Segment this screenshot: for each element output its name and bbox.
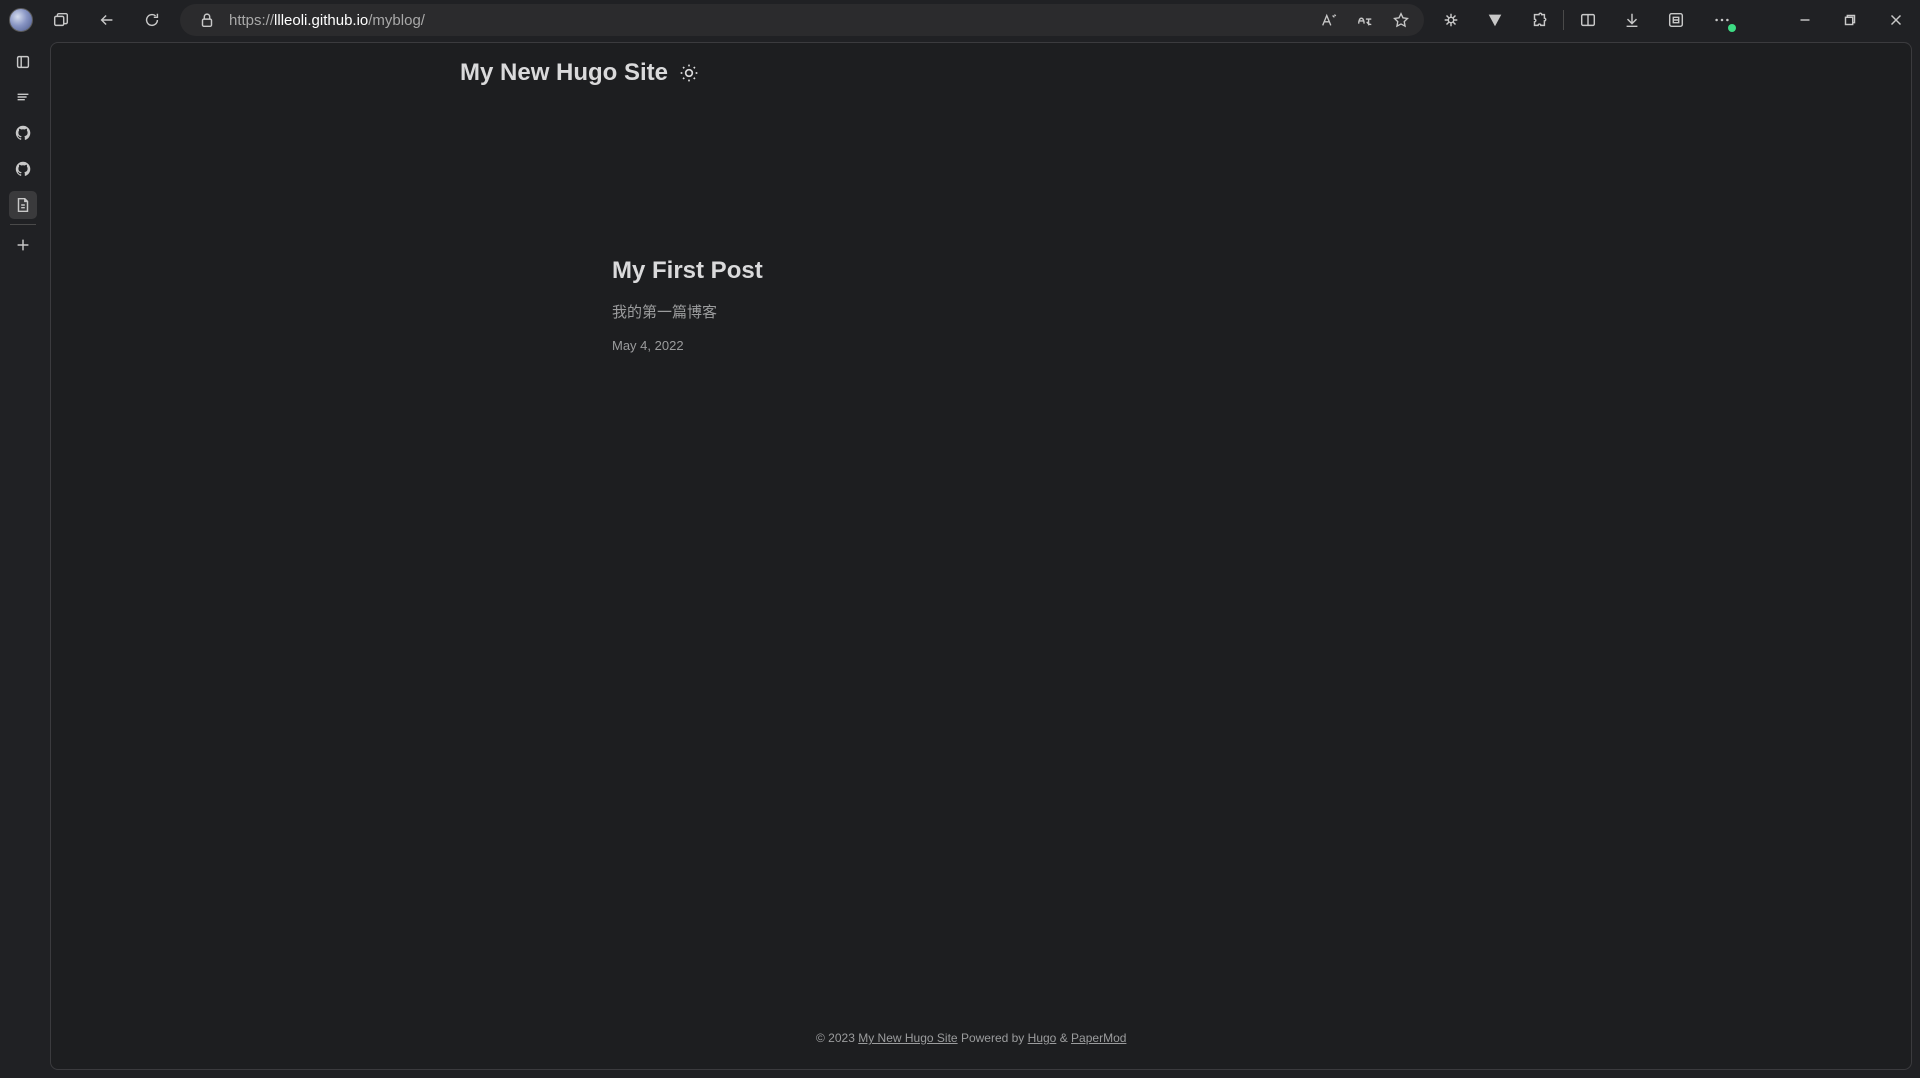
workspaces-icon[interactable]	[47, 6, 75, 34]
translate-icon[interactable]	[1356, 11, 1374, 29]
page-viewport: My New Hugo Site My First Post 我的第一篇博客 M…	[50, 42, 1912, 1070]
document-icon[interactable]	[9, 191, 37, 219]
read-aloud-icon[interactable]	[1320, 11, 1338, 29]
sun-icon[interactable]	[678, 62, 700, 84]
back-arrow-icon[interactable]	[93, 6, 121, 34]
github-icon[interactable]	[9, 119, 37, 147]
sidebar-divider	[10, 224, 36, 225]
close-icon[interactable]	[1882, 6, 1910, 34]
footer-site-link[interactable]: My New Hugo Site	[858, 1031, 957, 1045]
post-date: May 4, 2022	[612, 337, 684, 353]
split-screen-icon[interactable]	[1574, 6, 1602, 34]
restore-icon[interactable]	[1836, 6, 1864, 34]
toolbar-divider	[1563, 10, 1564, 30]
minimize-icon[interactable]	[1791, 6, 1819, 34]
puzzle-icon[interactable]	[1525, 6, 1553, 34]
url-text[interactable]: https://llleoli.github.io/myblog/	[229, 12, 425, 29]
address-bar[interactable]: https://llleoli.github.io/myblog/	[180, 4, 1424, 36]
more-icon[interactable]	[1708, 6, 1736, 34]
extension-icon[interactable]	[1437, 6, 1465, 34]
github-icon[interactable]	[9, 155, 37, 183]
footer-ampersand: &	[1059, 1031, 1068, 1045]
tab-actions-icon[interactable]	[9, 48, 37, 76]
profile-avatar[interactable]	[9, 8, 33, 32]
site-header: My New Hugo Site	[460, 59, 700, 87]
collections-icon[interactable]	[1662, 6, 1690, 34]
site-title-link[interactable]: My New Hugo Site	[460, 59, 668, 87]
post-summary: 我的第一篇博客	[612, 302, 718, 321]
url-path: /myblog/	[368, 12, 425, 29]
browser-sidebar	[0, 40, 48, 1078]
vpn-icon[interactable]	[1481, 6, 1509, 34]
refresh-icon[interactable]	[138, 6, 166, 34]
post-entry[interactable]: My First Post 我的第一篇博客 May 4, 2022	[612, 257, 1372, 353]
url-scheme: https://	[229, 12, 275, 29]
footer-hugo-link[interactable]: Hugo	[1028, 1031, 1057, 1045]
footer-powered-by: Powered by	[960, 1031, 1025, 1045]
lock-icon[interactable]	[198, 11, 216, 29]
star-icon[interactable]	[1392, 11, 1410, 29]
post-title[interactable]: My First Post	[612, 257, 1372, 286]
footer-copyright: © 2023	[816, 1031, 855, 1045]
vertical-tabs-icon[interactable]	[9, 83, 37, 111]
notification-dot	[1728, 24, 1736, 32]
browser-toolbar: https://llleoli.github.io/myblog/	[0, 0, 1920, 40]
add-icon[interactable]	[9, 231, 37, 259]
download-icon[interactable]	[1618, 6, 1646, 34]
footer-papermod-link[interactable]: PaperMod	[1071, 1031, 1126, 1045]
url-host: llleoli.github.io	[274, 12, 369, 29]
